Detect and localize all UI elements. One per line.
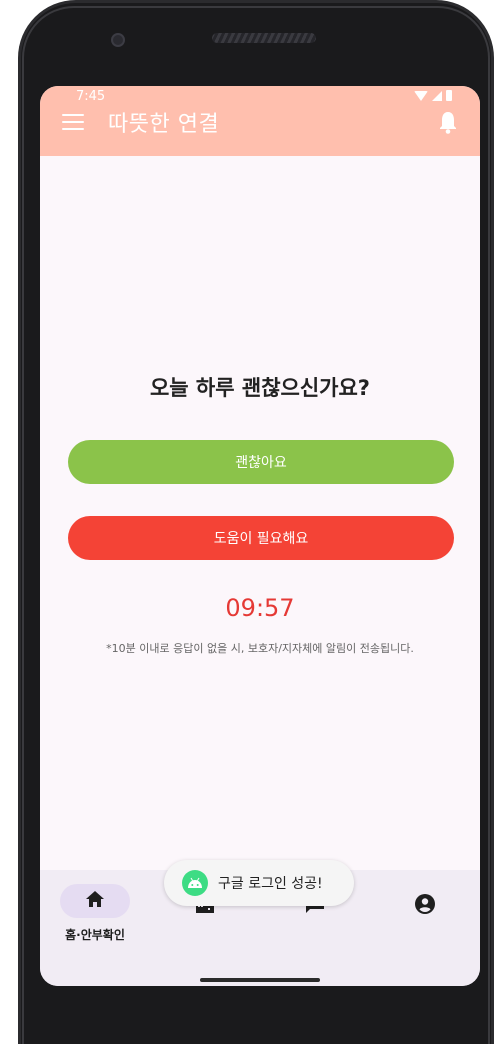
nav-item-profile[interactable] [370, 882, 480, 952]
status-time: 7:45 [76, 89, 106, 104]
countdown-timer: 09:57 [225, 594, 295, 622]
gesture-home-indicator[interactable] [200, 978, 320, 982]
im-okay-button[interactable]: 괜찮아요 [68, 440, 454, 484]
alert-notice: *10분 이내로 응답이 없을 시, 보호자/지자체에 알림이 전송됩니다. [106, 642, 414, 655]
earpiece-speaker [212, 33, 316, 43]
bell-icon[interactable] [438, 110, 458, 134]
front-camera [111, 33, 125, 47]
app-screen: 7:45 따뜻한 연결 오늘 하루 괜찮으신가요? 괜찮아요 도움이 필요해요 … [40, 86, 480, 986]
signal-icon [432, 90, 442, 101]
app-title: 따뜻한 연결 [108, 112, 220, 137]
status-icons [414, 90, 452, 101]
nav-item-home[interactable]: 홈·안부확인 [40, 882, 150, 952]
android-icon [182, 870, 208, 896]
wifi-icon [414, 90, 428, 101]
toast-message: 구글 로그인 성공! [218, 876, 323, 892]
nav-active-indicator [60, 884, 130, 918]
top-app-bar: 7:45 따뜻한 연결 [40, 86, 480, 156]
home-icon [84, 889, 106, 913]
account-icon [413, 892, 437, 916]
need-help-button[interactable]: 도움이 필요해요 [68, 516, 454, 560]
daily-check-question: 오늘 하루 괜찮으신가요? [149, 376, 370, 400]
login-success-toast: 구글 로그인 성공! [164, 860, 354, 906]
nav-label-home: 홈·안부확인 [65, 928, 125, 942]
menu-icon[interactable] [62, 114, 84, 130]
battery-icon [446, 90, 452, 101]
